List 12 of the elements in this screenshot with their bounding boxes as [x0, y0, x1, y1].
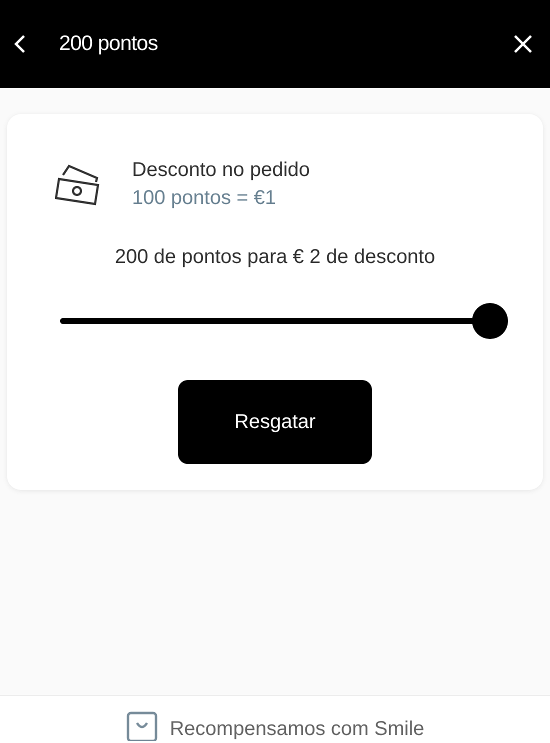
header-title: 200 pontos [59, 31, 158, 58]
close-icon [512, 33, 534, 55]
footer-text: Recompensamos com Smile [170, 717, 424, 741]
close-button[interactable] [512, 33, 534, 55]
back-button[interactable] [13, 33, 27, 55]
smile-icon [126, 711, 158, 741]
points-summary: 200 de pontos para € 2 de desconto [114, 246, 436, 268]
redeem-button[interactable]: Resgatar [178, 380, 372, 464]
slider[interactable] [60, 303, 508, 339]
reward-rate: 100 pontos = €1 [132, 186, 278, 211]
back-icon [13, 33, 27, 55]
reward-title: Desconto no pedido [132, 158, 310, 183]
